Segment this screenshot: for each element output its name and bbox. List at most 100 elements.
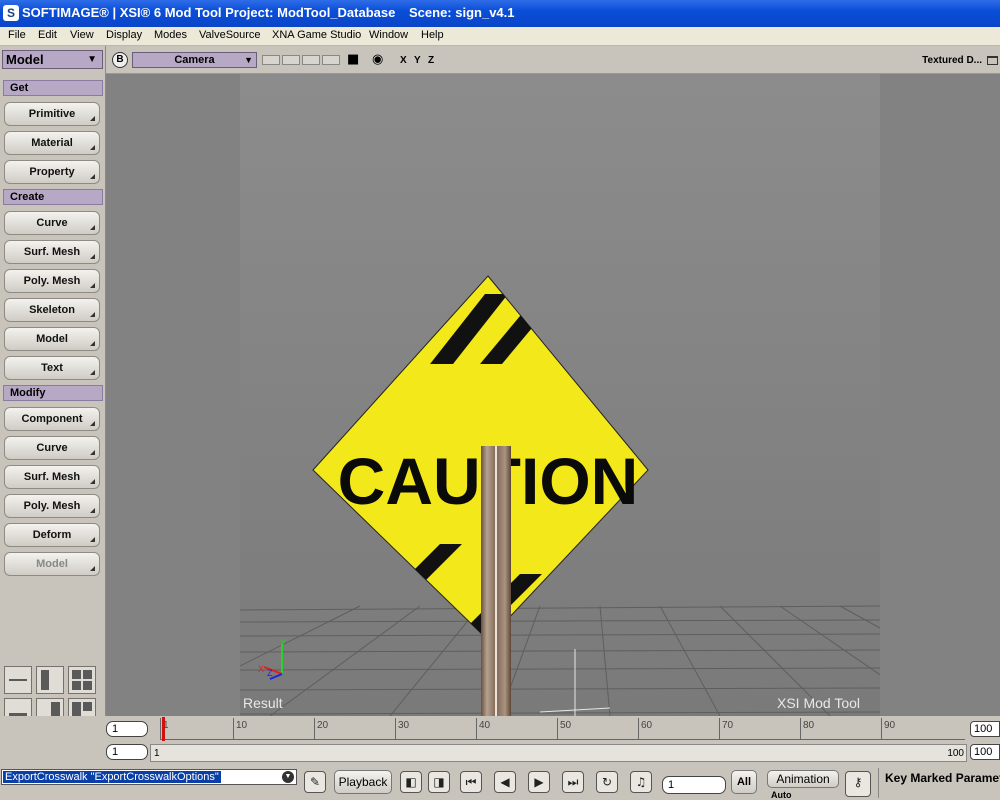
axis-y-button[interactable]: Y [414,55,421,66]
menu-view[interactable]: View [70,29,94,41]
key-marked-label: Key Marked Parameters [885,771,1000,785]
menu-edit[interactable]: Edit [38,29,57,41]
layout-graph-icon[interactable] [4,666,32,694]
menu-xna-game-studio[interactable]: XNA Game Studio [272,29,361,41]
timeline-playhead[interactable] [162,717,165,741]
ruler-label: 40 [479,720,491,731]
play-forward-icon[interactable]: ▶ [528,771,550,793]
timeline-start-field[interactable]: 1 [106,721,148,737]
section-get[interactable]: Get [3,80,103,96]
command-bar: ExportCrosswalk "ExportCrosswalkOptions"… [0,766,1000,800]
animation-menu-button[interactable]: Animation [767,770,839,788]
modify-curve-button[interactable]: Curve [4,436,100,460]
toolbar-mode-select[interactable]: Model ▼ [2,50,103,69]
maximize-viewport-icon[interactable] [987,56,998,65]
menu-valvesource[interactable]: ValveSource [199,29,261,41]
menu-file[interactable]: File [8,29,26,41]
ruler-label: 70 [722,720,734,731]
playback-menu-button[interactable]: Playback [334,770,392,794]
view-slot[interactable] [282,55,300,65]
menu-help[interactable]: Help [421,29,444,41]
viewport-watermark-label: XSI Mod Tool [777,695,861,711]
toolbar-panel: Model ▼ Get Primitive Material Property … [0,46,106,726]
ruler-label: 30 [398,720,410,731]
menu-bar: File Edit View Display Modes ValveSource… [0,27,1000,46]
viewport-b-button[interactable]: B [112,52,128,68]
ruler-label: 20 [317,720,329,731]
create-model-button[interactable]: Model [4,327,100,351]
timeline-end-field[interactable]: 100 [970,721,1000,737]
timeline: 1 1 1 10 20 30 40 50 60 70 80 90 1 100 1… [0,716,1000,766]
ruler-label: 10 [236,720,248,731]
ruler-label: 90 [884,720,896,731]
range-end-field[interactable]: 100 [970,744,1000,760]
axis-z-button[interactable]: Z [428,55,434,66]
viewport-result-label: Result [243,695,283,711]
ruler-label: 60 [641,720,653,731]
section-modify[interactable]: Modify [3,385,103,401]
key-icon[interactable]: ⚷ [845,771,871,797]
window-title: SOFTIMAGE® | XSI® 6 Mod Tool Project: Mo… [22,5,396,20]
eye-icon[interactable]: ◉ [372,52,383,67]
axis-x-button[interactable]: X [400,55,407,66]
current-frame-field[interactable]: 1 [662,776,726,794]
view-slot[interactable] [322,55,340,65]
menu-display[interactable]: Display [106,29,142,41]
go-to-start-icon[interactable]: ⏮ [460,771,482,793]
modify-model-button[interactable]: Model [4,552,100,576]
loop-icon[interactable]: ↻ [596,771,618,793]
auto-key-label[interactable]: Auto [771,790,792,800]
section-create[interactable]: Create [3,189,103,205]
scene-canvas: CAUTION Y X Z [240,74,880,716]
key-marked-panel[interactable]: Key Marked Parameters [878,768,1000,798]
create-skeleton-button[interactable]: Skeleton [4,298,100,322]
timeline-ruler[interactable]: 1 10 20 30 40 50 60 70 80 90 [160,718,965,740]
menu-modes[interactable]: Modes [154,29,187,41]
play-backward-icon[interactable]: ◀ [494,771,516,793]
toolbar-mode-label: Model [6,52,44,67]
svg-text:Z: Z [267,668,273,678]
get-property-button[interactable]: Property [4,160,100,184]
get-material-button[interactable]: Material [4,131,100,155]
timeline-range-slider[interactable]: 1 100 [150,744,967,762]
modify-deform-button[interactable]: Deform [4,523,100,547]
get-primitive-button[interactable]: Primitive [4,102,100,126]
dropdown-arrow-icon[interactable]: ▼ [282,771,294,783]
modify-poly-mesh-button[interactable]: Poly. Mesh [4,494,100,518]
display-mode-select[interactable]: Textured D... [922,55,982,66]
modify-surf-mesh-button[interactable]: Surf. Mesh [4,465,100,489]
audio-icon[interactable]: ♫ [630,771,652,793]
camera-select[interactable]: Camera ▼ [132,52,257,68]
ruler-label: 80 [803,720,815,731]
script-command-text: ExportCrosswalk "ExportCrosswalkOptions" [3,771,221,783]
ruler-label: 50 [560,720,572,731]
range-start-label: 1 [154,748,160,759]
menu-window[interactable]: Window [369,29,408,41]
next-frame-icon[interactable]: ◨ [428,771,450,793]
create-poly-mesh-button[interactable]: Poly. Mesh [4,269,100,293]
layout-split-vertical-icon[interactable] [36,666,64,694]
script-editor-icon[interactable]: ✎ [304,771,326,793]
scene-render: CAUTION Y X Z [240,74,880,716]
xsi-mod-tool-window: S SOFTIMAGE® | XSI® 6 Mod Tool Project: … [0,0,1000,800]
all-button[interactable]: All [731,770,757,794]
layout-four-views-icon[interactable] [68,666,96,694]
camera-icon[interactable]: ■ [347,52,359,67]
range-start-field[interactable]: 1 [106,744,148,760]
modify-component-button[interactable]: Component [4,407,100,431]
title-bar: S SOFTIMAGE® | XSI® 6 Mod Tool Project: … [0,0,1000,27]
svg-text:X: X [258,664,264,674]
create-surf-mesh-button[interactable]: Surf. Mesh [4,240,100,264]
dropdown-arrow-icon: ▼ [244,55,253,65]
previous-frame-icon[interactable]: ◧ [400,771,422,793]
viewport-toolbar: B Camera ▼ ■ ◉ X Y Z Textured D... [106,46,1000,74]
create-text-button[interactable]: Text [4,356,100,380]
go-to-end-icon[interactable]: ⏭ [562,771,584,793]
view-slot[interactable] [302,55,320,65]
svg-text:Y: Y [280,638,286,648]
create-curve-button[interactable]: Curve [4,211,100,235]
script-command-field[interactable]: ExportCrosswalk "ExportCrosswalkOptions"… [1,769,297,785]
view-slot[interactable] [262,55,280,65]
dropdown-arrow-icon: ▼ [87,54,97,65]
softimage-logo-icon: S [3,5,19,21]
